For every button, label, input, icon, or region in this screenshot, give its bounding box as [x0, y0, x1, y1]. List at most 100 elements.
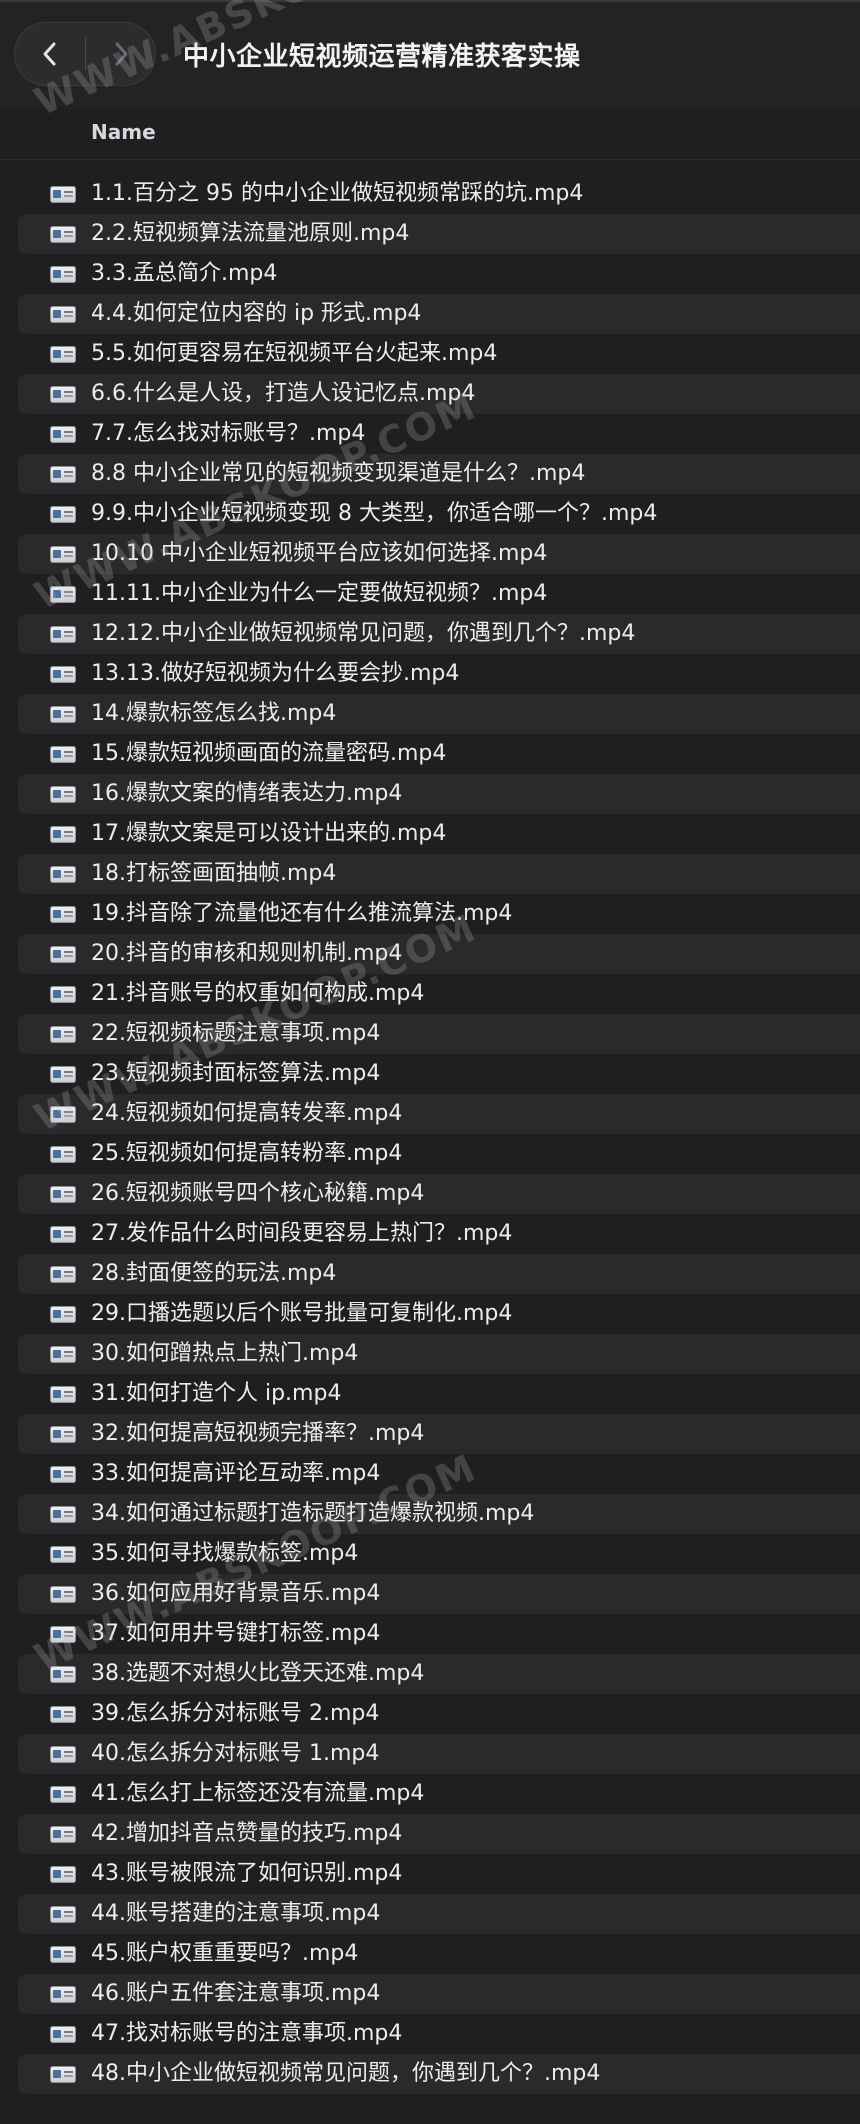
file-name: 18.打标签画面抽帧.mp4 [91, 861, 337, 886]
video-file-icon [50, 466, 76, 483]
file-row[interactable]: 46.账户五件套注意事项.mp4 [0, 1974, 860, 2014]
file-row[interactable]: 15.爆款短视频画面的流量密码.mp4 [0, 734, 860, 774]
file-row[interactable]: 3.3.孟总简介.mp4 [0, 254, 860, 294]
file-name: 37.如何用井号键打标签.mp4 [91, 1621, 381, 1646]
file-row[interactable]: 40.怎么拆分对标账号 1.mp4 [0, 1734, 860, 1774]
video-file-icon [50, 1666, 76, 1683]
file-row[interactable]: 22.短视频标题注意事项.mp4 [0, 1014, 860, 1054]
file-row[interactable]: 38.选题不对想火比登天还难.mp4 [0, 1654, 860, 1694]
file-row[interactable]: 42.增加抖音点赞量的技巧.mp4 [0, 1814, 860, 1854]
video-file-icon [50, 426, 76, 443]
file-row[interactable]: 12.12.中小企业做短视频常见问题，你遇到几个？.mp4 [0, 614, 860, 654]
video-file-icon [50, 1426, 76, 1443]
file-row[interactable]: 34.如何通过标题打造标题打造爆款视频.mp4 [0, 1494, 860, 1534]
file-row[interactable]: 10.10 中小企业短视频平台应该如何选择.mp4 [0, 534, 860, 574]
file-row[interactable]: 7.7.怎么找对标账号？.mp4 [0, 414, 860, 454]
file-row[interactable]: 16.爆款文案的情绪表达力.mp4 [0, 774, 860, 814]
file-name: 15.爆款短视频画面的流量密码.mp4 [91, 741, 447, 766]
file-name: 7.7.怎么找对标账号？.mp4 [91, 421, 366, 446]
file-row[interactable]: 26.短视频账号四个核心秘籍.mp4 [0, 1174, 860, 1214]
video-file-icon [50, 1906, 76, 1923]
file-row[interactable]: 47.找对标账号的注意事项.mp4 [0, 2014, 860, 2054]
file-row[interactable]: 43.账号被限流了如何识别.mp4 [0, 1854, 860, 1894]
file-name: 38.选题不对想火比登天还难.mp4 [91, 1661, 425, 1686]
file-row[interactable]: 21.抖音账号的权重如何构成.mp4 [0, 974, 860, 1014]
file-name: 36.如何应用好背景音乐.mp4 [91, 1581, 381, 1606]
file-row[interactable]: 8.8 中小企业常见的短视频变现渠道是什么？.mp4 [0, 454, 860, 494]
file-name: 12.12.中小企业做短视频常见问题，你遇到几个？.mp4 [91, 621, 636, 646]
file-row[interactable]: 23.短视频封面标签算法.mp4 [0, 1054, 860, 1094]
file-row[interactable]: 2.2.短视频算法流量池原则.mp4 [0, 214, 860, 254]
window-toolbar: 中小企业短视频运营精准获客实操 [0, 0, 860, 108]
file-row[interactable]: 31.如何打造个人 ip.mp4 [0, 1374, 860, 1414]
file-row[interactable]: 44.账号搭建的注意事项.mp4 [0, 1894, 860, 1934]
file-row[interactable]: 35.如何寻找爆款标签.mp4 [0, 1534, 860, 1574]
file-name: 41.怎么打上标签还没有流量.mp4 [91, 1781, 425, 1806]
file-name: 4.4.如何定位内容的 ip 形式.mp4 [91, 301, 422, 326]
file-row[interactable]: 14.爆款标签怎么找.mp4 [0, 694, 860, 734]
file-row[interactable]: 4.4.如何定位内容的 ip 形式.mp4 [0, 294, 860, 334]
file-row[interactable]: 17.爆款文案是可以设计出来的.mp4 [0, 814, 860, 854]
file-name: 9.9.中小企业短视频变现 8 大类型，你适合哪一个？.mp4 [91, 501, 658, 526]
file-name: 35.如何寻找爆款标签.mp4 [91, 1541, 359, 1566]
file-name: 11.11.中小企业为什么一定要做短视频？.mp4 [91, 581, 548, 606]
video-file-icon [50, 1826, 76, 1843]
file-row[interactable]: 25.短视频如何提高转粉率.mp4 [0, 1134, 860, 1174]
file-row[interactable]: 45.账户权重重要吗？.mp4 [0, 1934, 860, 1974]
file-row[interactable]: 33.如何提高评论互动率.mp4 [0, 1454, 860, 1494]
file-row[interactable]: 24.短视频如何提高转发率.mp4 [0, 1094, 860, 1134]
file-row[interactable]: 13.13.做好短视频为什么要会抄.mp4 [0, 654, 860, 694]
file-row[interactable]: 30.如何蹭热点上热门.mp4 [0, 1334, 860, 1374]
file-name: 47.找对标账号的注意事项.mp4 [91, 2021, 403, 2046]
file-row[interactable]: 27.发作品什么时间段更容易上热门？.mp4 [0, 1214, 860, 1254]
file-row[interactable]: 20.抖音的审核和规则机制.mp4 [0, 934, 860, 974]
video-file-icon [50, 1946, 76, 1963]
video-file-icon [50, 986, 76, 1003]
file-row[interactable]: 28.封面便签的玩法.mp4 [0, 1254, 860, 1294]
file-row[interactable]: 36.如何应用好背景音乐.mp4 [0, 1574, 860, 1614]
file-row[interactable]: 9.9.中小企业短视频变现 8 大类型，你适合哪一个？.mp4 [0, 494, 860, 534]
file-name: 25.短视频如何提高转粉率.mp4 [91, 1141, 403, 1166]
file-row[interactable]: 18.打标签画面抽帧.mp4 [0, 854, 860, 894]
video-file-icon [50, 1466, 76, 1483]
file-name: 21.抖音账号的权重如何构成.mp4 [91, 981, 425, 1006]
file-row[interactable]: 37.如何用井号键打标签.mp4 [0, 1614, 860, 1654]
column-header: Name [0, 108, 860, 160]
forward-button[interactable] [86, 23, 156, 85]
video-file-icon [50, 1586, 76, 1603]
video-file-icon [50, 2026, 76, 2043]
file-row[interactable]: 29.口播选题以后个账号批量可复制化.mp4 [0, 1294, 860, 1334]
file-name: 24.短视频如何提高转发率.mp4 [91, 1101, 403, 1126]
file-name: 17.爆款文案是可以设计出来的.mp4 [91, 821, 447, 846]
file-row[interactable]: 6.6.什么是人设，打造人设记忆点.mp4 [0, 374, 860, 414]
video-file-icon [50, 506, 76, 523]
video-file-icon [50, 346, 76, 363]
file-name: 43.账号被限流了如何识别.mp4 [91, 1861, 403, 1886]
file-row[interactable]: 1.1.百分之 95 的中小企业做短视频常踩的坑.mp4 [0, 174, 860, 214]
file-row[interactable]: 41.怎么打上标签还没有流量.mp4 [0, 1774, 860, 1814]
video-file-icon [50, 786, 76, 803]
file-name: 2.2.短视频算法流量池原则.mp4 [91, 221, 410, 246]
file-name: 29.口播选题以后个账号批量可复制化.mp4 [91, 1301, 513, 1326]
file-row[interactable]: 32.如何提高短视频完播率？.mp4 [0, 1414, 860, 1454]
video-file-icon [50, 866, 76, 883]
file-name: 23.短视频封面标签算法.mp4 [91, 1061, 381, 1086]
file-row[interactable]: 19.抖音除了流量他还有什么推流算法.mp4 [0, 894, 860, 934]
video-file-icon [50, 586, 76, 603]
video-file-icon [50, 666, 76, 683]
video-file-icon [50, 1026, 76, 1043]
column-header-name[interactable]: Name [91, 120, 156, 144]
chevron-right-icon [115, 42, 128, 66]
back-button[interactable] [15, 23, 85, 85]
file-list: 1.1.百分之 95 的中小企业做短视频常踩的坑.mp4 2.2.短视频算法流量池… [0, 174, 860, 2094]
file-row[interactable]: 5.5.如何更容易在短视频平台火起来.mp4 [0, 334, 860, 374]
file-row[interactable]: 39.怎么拆分对标账号 2.mp4 [0, 1694, 860, 1734]
file-row[interactable]: 11.11.中小企业为什么一定要做短视频？.mp4 [0, 574, 860, 614]
video-file-icon [50, 1506, 76, 1523]
video-file-icon [50, 1786, 76, 1803]
file-name: 19.抖音除了流量他还有什么推流算法.mp4 [91, 901, 513, 926]
file-row[interactable]: 48.中小企业做短视频常见问题，你遇到几个？.mp4 [0, 2054, 860, 2094]
video-file-icon [50, 1626, 76, 1643]
video-file-icon [50, 706, 76, 723]
file-name: 31.如何打造个人 ip.mp4 [91, 1381, 342, 1406]
